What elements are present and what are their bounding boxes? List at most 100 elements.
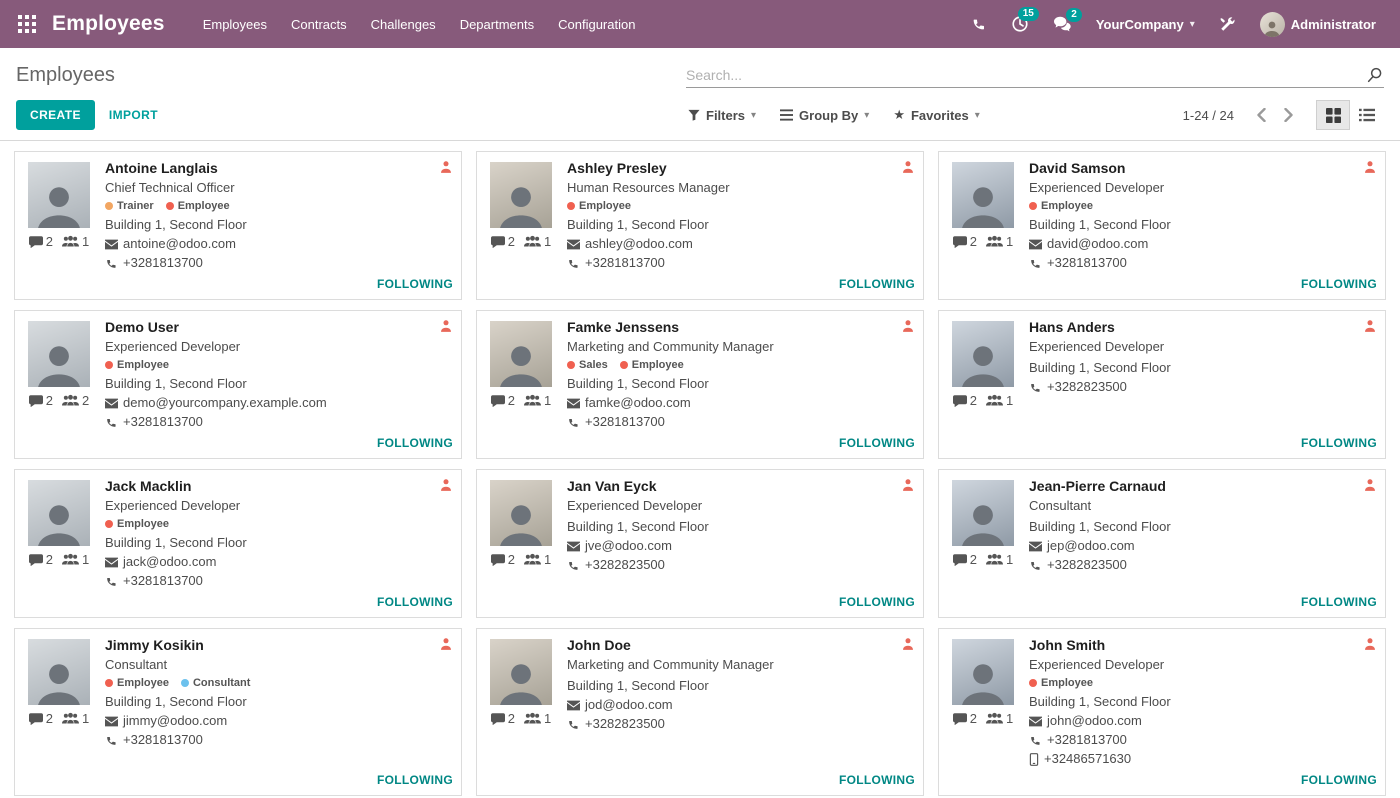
activity-count-badge: 15 xyxy=(1018,7,1039,21)
employee-photo xyxy=(490,321,552,387)
employee-email-line[interactable]: david@odoo.com xyxy=(1029,236,1377,252)
menu-employees[interactable]: Employees xyxy=(191,0,279,48)
voip-button[interactable] xyxy=(961,10,997,38)
menu-departments[interactable]: Departments xyxy=(448,0,546,48)
following-button[interactable]: FOLLOWING xyxy=(1301,589,1377,609)
pager-previous-button[interactable] xyxy=(1248,104,1275,126)
tag-color-dot xyxy=(1029,202,1037,210)
person-icon xyxy=(439,319,453,333)
following-button[interactable]: FOLLOWING xyxy=(377,589,453,609)
employee-photo xyxy=(28,480,90,546)
employee-email-line[interactable]: jack@odoo.com xyxy=(105,554,453,570)
create-button[interactable]: CREATE xyxy=(16,100,95,130)
message-counter: 2 xyxy=(29,393,53,408)
chat-bubble-icon xyxy=(29,713,43,725)
follower-count: 1 xyxy=(1006,234,1013,249)
filters-dropdown[interactable]: Filters ▾ xyxy=(688,108,756,123)
messages-button[interactable]: 2 xyxy=(1043,10,1082,39)
following-button[interactable]: FOLLOWING xyxy=(839,589,915,609)
pager-next-button[interactable] xyxy=(1275,104,1302,126)
employee-phone-line[interactable]: +3282823500 xyxy=(1029,557,1377,573)
envelope-icon xyxy=(1029,541,1042,552)
employee-tag: Employee xyxy=(105,359,169,371)
following-button[interactable]: FOLLOWING xyxy=(377,430,453,450)
debug-tools-button[interactable] xyxy=(1209,10,1246,39)
following-button[interactable]: FOLLOWING xyxy=(839,430,915,450)
following-button[interactable]: FOLLOWING xyxy=(377,271,453,291)
employee-phone-line[interactable]: +3281813700 xyxy=(105,732,453,748)
employee-card[interactable]: 2 1 Ashley Presley xyxy=(476,151,924,300)
employee-phone-line[interactable]: +3281813700 xyxy=(1029,255,1377,271)
employee-card[interactable]: 2 2 Demo User xyxy=(14,310,462,459)
employee-phone: +3282823500 xyxy=(1047,379,1127,395)
following-button[interactable]: FOLLOWING xyxy=(1301,767,1377,787)
employee-photo xyxy=(28,639,90,705)
employee-email-line[interactable]: ashley@odoo.com xyxy=(567,236,915,252)
favorites-dropdown[interactable]: ★ Favorites ▾ xyxy=(893,107,980,123)
employee-mobile-line[interactable]: +32486571630 xyxy=(1029,751,1377,767)
following-button[interactable]: FOLLOWING xyxy=(377,767,453,787)
employee-card[interactable]: 2 1 Hans Anders xyxy=(938,310,1386,459)
grid-icon xyxy=(18,15,36,33)
activities-button[interactable]: 15 xyxy=(1001,9,1039,39)
following-button[interactable]: FOLLOWING xyxy=(1301,271,1377,291)
employee-card[interactable]: 2 1 Jack Macklin xyxy=(14,469,462,618)
employee-card[interactable]: 2 1 Famke Jenssens xyxy=(476,310,924,459)
employee-phone-line[interactable]: +3281813700 xyxy=(105,414,453,430)
employee-phone-line[interactable]: +3282823500 xyxy=(1029,379,1377,395)
employee-email: jep@odoo.com xyxy=(1047,538,1135,554)
chat-bubble-icon xyxy=(491,713,505,725)
app-title[interactable]: Employees xyxy=(52,12,165,36)
user-menu[interactable]: Administrator xyxy=(1250,12,1386,37)
employee-email-line[interactable]: jve@odoo.com xyxy=(567,538,915,554)
kanban-view-button[interactable] xyxy=(1316,100,1350,130)
card-left-column: 2 1 xyxy=(23,478,95,609)
employee-phone-line[interactable]: +3281813700 xyxy=(105,255,453,271)
card-counters: 2 1 xyxy=(29,552,89,567)
employee-email-line[interactable]: jimmy@odoo.com xyxy=(105,713,453,729)
employee-card[interactable]: 2 1 Jan Van Eyck xyxy=(476,469,924,618)
employee-phone-line[interactable]: +3282823500 xyxy=(567,716,915,732)
employee-phone-line[interactable]: +3282823500 xyxy=(567,557,915,573)
employee-phone-line[interactable]: +3281813700 xyxy=(1029,732,1377,748)
phone-icon xyxy=(567,416,580,429)
employee-card[interactable]: 2 1 Antoine Langlais xyxy=(14,151,462,300)
menu-challenges[interactable]: Challenges xyxy=(359,0,448,48)
employee-phone-line[interactable]: +3281813700 xyxy=(567,414,915,430)
kanban-view-icon xyxy=(1326,108,1341,123)
message-count: 2 xyxy=(970,711,977,726)
following-button[interactable]: FOLLOWING xyxy=(839,271,915,291)
employee-email-line[interactable]: antoine@odoo.com xyxy=(105,236,453,252)
employee-email: jod@odoo.com xyxy=(585,697,673,713)
following-button[interactable]: FOLLOWING xyxy=(1301,430,1377,450)
menu-configuration[interactable]: Configuration xyxy=(546,0,647,48)
following-button[interactable]: FOLLOWING xyxy=(839,767,915,787)
card-counters: 2 2 xyxy=(29,393,89,408)
employee-tags: EmployeeConsultant xyxy=(105,677,453,689)
person-icon xyxy=(439,637,453,651)
group-by-dropdown[interactable]: Group By ▾ xyxy=(780,108,869,123)
menu-contracts[interactable]: Contracts xyxy=(279,0,359,48)
employee-email-line[interactable]: john@odoo.com xyxy=(1029,713,1377,729)
card-counters: 2 1 xyxy=(29,711,89,726)
apps-menu-icon[interactable] xyxy=(14,11,40,37)
search-input[interactable] xyxy=(686,67,1366,83)
person-icon xyxy=(439,160,453,174)
employee-card[interactable]: 2 1 Jimmy Kosikin xyxy=(14,628,462,796)
employee-card[interactable]: 2 1 Jean-Pierre Carnaud xyxy=(938,469,1386,618)
search-icon[interactable] xyxy=(1366,66,1384,84)
import-button[interactable]: IMPORT xyxy=(109,108,158,122)
company-switcher[interactable]: YourCompany ▾ xyxy=(1086,17,1205,32)
employee-email-line[interactable]: jep@odoo.com xyxy=(1029,538,1377,554)
employee-email-line[interactable]: famke@odoo.com xyxy=(567,395,915,411)
employee-phone-line[interactable]: +3281813700 xyxy=(567,255,915,271)
kanban-grid: 2 1 Antoine Langlais xyxy=(0,141,1400,798)
message-counter: 2 xyxy=(491,552,515,567)
employee-phone-line[interactable]: +3281813700 xyxy=(105,573,453,589)
employee-card[interactable]: 2 1 John Doe xyxy=(476,628,924,796)
employee-email-line[interactable]: jod@odoo.com xyxy=(567,697,915,713)
employee-email-line[interactable]: demo@yourcompany.example.com xyxy=(105,395,453,411)
employee-card[interactable]: 2 1 John Smith xyxy=(938,628,1386,796)
list-view-button[interactable] xyxy=(1350,100,1384,130)
employee-card[interactable]: 2 1 David Samson xyxy=(938,151,1386,300)
